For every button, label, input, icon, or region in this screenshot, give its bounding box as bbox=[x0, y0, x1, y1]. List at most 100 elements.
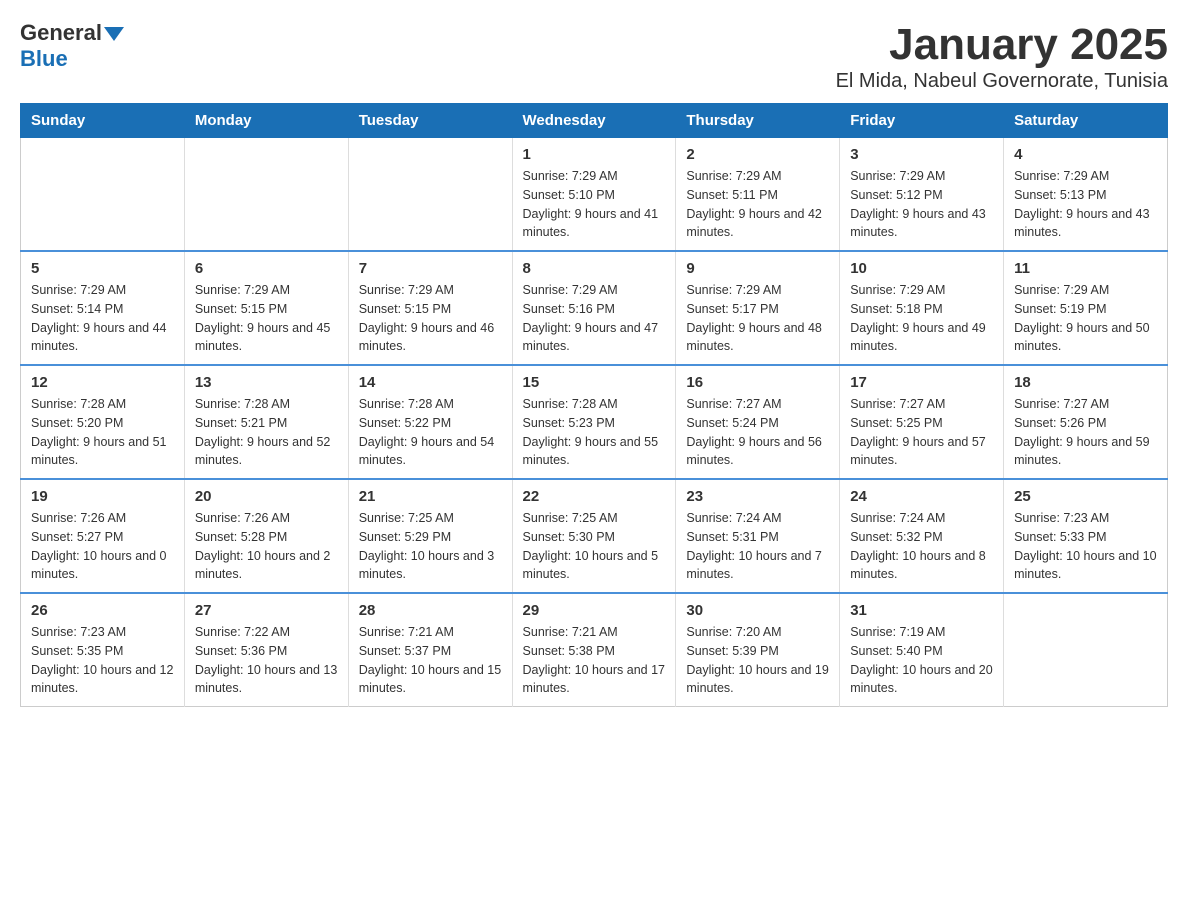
day-number: 29 bbox=[523, 602, 666, 619]
day-number: 31 bbox=[850, 602, 993, 619]
title-area: January 2025 El Mida, Nabeul Governorate… bbox=[836, 20, 1168, 93]
day-info: Sunrise: 7:25 AM Sunset: 5:29 PM Dayligh… bbox=[359, 509, 502, 584]
calendar-cell: 5 Sunrise: 7:29 AM Sunset: 5:14 PM Daylig… bbox=[21, 251, 185, 365]
header-monday: Monday bbox=[184, 104, 348, 138]
calendar-cell: 2 Sunrise: 7:29 AM Sunset: 5:11 PM Daylig… bbox=[676, 138, 840, 252]
calendar-cell: 24Sunrise: 7:24 AM Sunset: 5:32 PM Dayli… bbox=[840, 479, 1004, 593]
day-number: 14 bbox=[359, 374, 502, 391]
day-number: 28 bbox=[359, 602, 502, 619]
day-info: Sunrise: 7:29 AM Sunset: 5:16 PM Dayligh… bbox=[523, 281, 666, 356]
day-number: 1 bbox=[523, 146, 666, 163]
header-sunday: Sunday bbox=[21, 104, 185, 138]
day-number: 20 bbox=[195, 488, 338, 505]
day-number: 2 bbox=[686, 146, 829, 163]
day-number: 21 bbox=[359, 488, 502, 505]
day-info: Sunrise: 7:29 AM Sunset: 5:12 PM Dayligh… bbox=[850, 167, 993, 242]
day-info: Sunrise: 7:29 AM Sunset: 5:19 PM Dayligh… bbox=[1014, 281, 1157, 356]
day-number: 3 bbox=[850, 146, 993, 163]
day-info: Sunrise: 7:29 AM Sunset: 5:14 PM Dayligh… bbox=[31, 281, 174, 356]
calendar-week-1: 1 Sunrise: 7:29 AM Sunset: 5:10 PM Daylig… bbox=[21, 138, 1168, 252]
calendar-week-4: 19Sunrise: 7:26 AM Sunset: 5:27 PM Dayli… bbox=[21, 479, 1168, 593]
calendar-week-3: 12Sunrise: 7:28 AM Sunset: 5:20 PM Dayli… bbox=[21, 365, 1168, 479]
calendar-cell: 29Sunrise: 7:21 AM Sunset: 5:38 PM Dayli… bbox=[512, 593, 676, 707]
calendar-header-row: SundayMondayTuesdayWednesdayThursdayFrid… bbox=[21, 104, 1168, 138]
day-info: Sunrise: 7:26 AM Sunset: 5:27 PM Dayligh… bbox=[31, 509, 174, 584]
calendar-cell: 4Sunrise: 7:29 AM Sunset: 5:13 PM Daylig… bbox=[1004, 138, 1168, 252]
logo-triangle-icon bbox=[104, 27, 124, 41]
calendar-cell: 12Sunrise: 7:28 AM Sunset: 5:20 PM Dayli… bbox=[21, 365, 185, 479]
calendar-cell: 17Sunrise: 7:27 AM Sunset: 5:25 PM Dayli… bbox=[840, 365, 1004, 479]
day-number: 25 bbox=[1014, 488, 1157, 505]
calendar-cell: 6 Sunrise: 7:29 AM Sunset: 5:15 PM Daylig… bbox=[184, 251, 348, 365]
calendar-cell bbox=[348, 138, 512, 252]
calendar-cell: 3 Sunrise: 7:29 AM Sunset: 5:12 PM Daylig… bbox=[840, 138, 1004, 252]
day-info: Sunrise: 7:28 AM Sunset: 5:21 PM Dayligh… bbox=[195, 395, 338, 470]
header-thursday: Thursday bbox=[676, 104, 840, 138]
calendar-cell: 20 Sunrise: 7:26 AM Sunset: 5:28 PM Dayli… bbox=[184, 479, 348, 593]
day-info: Sunrise: 7:29 AM Sunset: 5:15 PM Dayligh… bbox=[359, 281, 502, 356]
logo-general-text: General bbox=[20, 20, 102, 45]
calendar-cell bbox=[21, 138, 185, 252]
calendar-cell: 30 Sunrise: 7:20 AM Sunset: 5:39 PM Dayli… bbox=[676, 593, 840, 707]
day-info: Sunrise: 7:28 AM Sunset: 5:20 PM Dayligh… bbox=[31, 395, 174, 470]
calendar-cell: 13 Sunrise: 7:28 AM Sunset: 5:21 PM Dayli… bbox=[184, 365, 348, 479]
day-number: 11 bbox=[1014, 260, 1157, 277]
day-info: Sunrise: 7:29 AM Sunset: 5:18 PM Dayligh… bbox=[850, 281, 993, 356]
day-info: Sunrise: 7:26 AM Sunset: 5:28 PM Dayligh… bbox=[195, 509, 338, 584]
calendar-cell: 23Sunrise: 7:24 AM Sunset: 5:31 PM Dayli… bbox=[676, 479, 840, 593]
day-number: 30 bbox=[686, 602, 829, 619]
day-info: Sunrise: 7:29 AM Sunset: 5:17 PM Dayligh… bbox=[686, 281, 829, 356]
calendar-cell: 11 Sunrise: 7:29 AM Sunset: 5:19 PM Dayli… bbox=[1004, 251, 1168, 365]
calendar-cell: 19Sunrise: 7:26 AM Sunset: 5:27 PM Dayli… bbox=[21, 479, 185, 593]
day-number: 15 bbox=[523, 374, 666, 391]
calendar-cell bbox=[184, 138, 348, 252]
calendar-cell: 26 Sunrise: 7:23 AM Sunset: 5:35 PM Dayli… bbox=[21, 593, 185, 707]
calendar-cell: 14 Sunrise: 7:28 AM Sunset: 5:22 PM Dayli… bbox=[348, 365, 512, 479]
calendar-cell: 16 Sunrise: 7:27 AM Sunset: 5:24 PM Dayli… bbox=[676, 365, 840, 479]
calendar-cell: 7 Sunrise: 7:29 AM Sunset: 5:15 PM Daylig… bbox=[348, 251, 512, 365]
day-info: Sunrise: 7:20 AM Sunset: 5:39 PM Dayligh… bbox=[686, 623, 829, 698]
calendar-cell: 8Sunrise: 7:29 AM Sunset: 5:16 PM Daylig… bbox=[512, 251, 676, 365]
calendar-cell: 28 Sunrise: 7:21 AM Sunset: 5:37 PM Dayli… bbox=[348, 593, 512, 707]
day-number: 26 bbox=[31, 602, 174, 619]
calendar-cell: 10Sunrise: 7:29 AM Sunset: 5:18 PM Dayli… bbox=[840, 251, 1004, 365]
calendar-cell bbox=[1004, 593, 1168, 707]
calendar-title: January 2025 bbox=[836, 20, 1168, 70]
header-tuesday: Tuesday bbox=[348, 104, 512, 138]
calendar-cell: 22 Sunrise: 7:25 AM Sunset: 5:30 PM Dayli… bbox=[512, 479, 676, 593]
header: General Blue January 2025 El Mida, Nabeu… bbox=[20, 20, 1168, 93]
day-info: Sunrise: 7:27 AM Sunset: 5:25 PM Dayligh… bbox=[850, 395, 993, 470]
calendar-cell: 15Sunrise: 7:28 AM Sunset: 5:23 PM Dayli… bbox=[512, 365, 676, 479]
day-info: Sunrise: 7:19 AM Sunset: 5:40 PM Dayligh… bbox=[850, 623, 993, 698]
day-info: Sunrise: 7:23 AM Sunset: 5:35 PM Dayligh… bbox=[31, 623, 174, 698]
day-info: Sunrise: 7:25 AM Sunset: 5:30 PM Dayligh… bbox=[523, 509, 666, 584]
day-number: 6 bbox=[195, 260, 338, 277]
day-info: Sunrise: 7:24 AM Sunset: 5:31 PM Dayligh… bbox=[686, 509, 829, 584]
day-info: Sunrise: 7:28 AM Sunset: 5:22 PM Dayligh… bbox=[359, 395, 502, 470]
day-number: 16 bbox=[686, 374, 829, 391]
day-number: 27 bbox=[195, 602, 338, 619]
day-number: 5 bbox=[31, 260, 174, 277]
day-info: Sunrise: 7:27 AM Sunset: 5:24 PM Dayligh… bbox=[686, 395, 829, 470]
calendar-table: SundayMondayTuesdayWednesdayThursdayFrid… bbox=[20, 103, 1168, 707]
calendar-week-2: 5 Sunrise: 7:29 AM Sunset: 5:14 PM Daylig… bbox=[21, 251, 1168, 365]
day-info: Sunrise: 7:27 AM Sunset: 5:26 PM Dayligh… bbox=[1014, 395, 1157, 470]
header-friday: Friday bbox=[840, 104, 1004, 138]
day-number: 22 bbox=[523, 488, 666, 505]
day-info: Sunrise: 7:21 AM Sunset: 5:37 PM Dayligh… bbox=[359, 623, 502, 698]
day-number: 18 bbox=[1014, 374, 1157, 391]
day-info: Sunrise: 7:22 AM Sunset: 5:36 PM Dayligh… bbox=[195, 623, 338, 698]
calendar-cell: 27 Sunrise: 7:22 AM Sunset: 5:36 PM Dayli… bbox=[184, 593, 348, 707]
day-info: Sunrise: 7:29 AM Sunset: 5:11 PM Dayligh… bbox=[686, 167, 829, 242]
day-number: 13 bbox=[195, 374, 338, 391]
day-info: Sunrise: 7:29 AM Sunset: 5:10 PM Dayligh… bbox=[523, 167, 666, 242]
header-saturday: Saturday bbox=[1004, 104, 1168, 138]
logo: General Blue bbox=[20, 20, 124, 73]
calendar-cell: 1 Sunrise: 7:29 AM Sunset: 5:10 PM Daylig… bbox=[512, 138, 676, 252]
calendar-cell: 25Sunrise: 7:23 AM Sunset: 5:33 PM Dayli… bbox=[1004, 479, 1168, 593]
calendar-cell: 9Sunrise: 7:29 AM Sunset: 5:17 PM Daylig… bbox=[676, 251, 840, 365]
calendar-cell: 31 Sunrise: 7:19 AM Sunset: 5:40 PM Dayli… bbox=[840, 593, 1004, 707]
calendar-cell: 21 Sunrise: 7:25 AM Sunset: 5:29 PM Dayli… bbox=[348, 479, 512, 593]
day-number: 7 bbox=[359, 260, 502, 277]
day-info: Sunrise: 7:29 AM Sunset: 5:15 PM Dayligh… bbox=[195, 281, 338, 356]
